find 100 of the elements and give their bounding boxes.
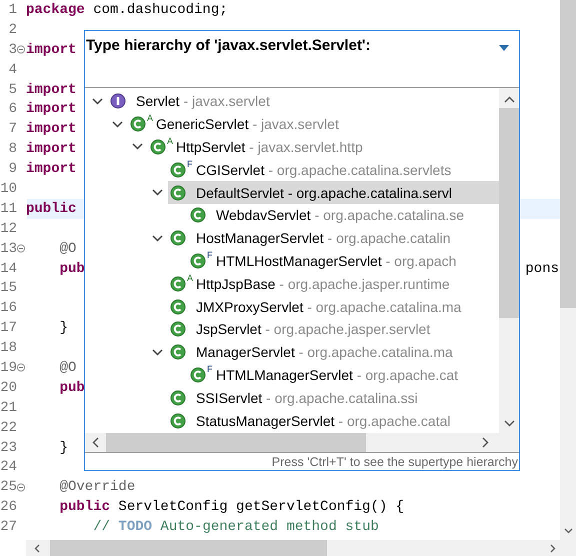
scroll-down-icon[interactable] xyxy=(564,528,572,534)
code-keyword: import xyxy=(26,121,76,138)
collapse-chevron-icon[interactable] xyxy=(132,143,143,150)
tree-item[interactable]: F HTMLHostManagerServlet - org.apach xyxy=(188,250,499,272)
tree-item[interactable]: WebdavServlet - org.apache.catalina.se xyxy=(188,204,499,227)
code-text: pons xyxy=(525,260,559,277)
modifier-mark: F xyxy=(207,364,212,374)
tree-item[interactable]: A HttpServlet - javax.servlet.http xyxy=(148,136,499,158)
code-comment: // xyxy=(92,519,112,536)
tree-item[interactable]: JspServlet - org.apache.jasper.servlet xyxy=(168,318,499,341)
line-number: 23 xyxy=(0,440,17,456)
tree-item[interactable]: JMXProxyServlet - org.apache.catalina.ma xyxy=(168,295,499,318)
tree-item[interactable]: HostManagerServlet - org.apache.catalin xyxy=(168,226,499,250)
line-number: 5 xyxy=(8,82,17,98)
modifier-mark: A xyxy=(147,114,154,124)
status-hint: Press 'Ctrl+T' to see the supertype hierarchy xyxy=(272,454,518,468)
collapse-icon[interactable] xyxy=(17,363,25,372)
line-number: 3 xyxy=(8,42,17,58)
class-icon xyxy=(150,138,166,155)
modifier-mark: F xyxy=(207,250,212,260)
tree-item[interactable]: Servlet - javax.servlet xyxy=(108,90,499,113)
tree-item[interactable]: F HTMLManagerServlet - org.apache.cat xyxy=(188,364,499,386)
code-keyword: import xyxy=(26,82,76,98)
code-text: } xyxy=(58,320,68,336)
tree-item[interactable]: F CGIServlet - org.apache.catalina.servlets xyxy=(168,158,499,182)
scroll-right-icon[interactable] xyxy=(482,437,489,448)
tree-item[interactable]: DefaultServlet - org.apache.catalina.servl xyxy=(168,181,499,204)
class-icon xyxy=(170,230,186,246)
class-icon xyxy=(170,298,186,315)
modifier-mark: A xyxy=(167,136,174,146)
line-number: 25 xyxy=(0,479,17,496)
class-icon xyxy=(170,344,186,360)
code-annotation: @Override xyxy=(58,479,136,496)
scroll-up-icon[interactable] xyxy=(504,96,514,103)
code-text: ServletConfig getServletConfig() { xyxy=(117,499,404,516)
code-annotation: @O xyxy=(58,240,76,257)
scroll-right-icon[interactable] xyxy=(550,544,556,552)
collapse-chevron-icon[interactable] xyxy=(152,189,163,196)
code-keyword: import xyxy=(26,101,76,118)
line-number: 15 xyxy=(0,280,17,296)
line-number: 7 xyxy=(8,121,17,138)
collapse-chevron-icon[interactable] xyxy=(152,234,163,242)
line-number: 18 xyxy=(0,340,17,356)
modifier-mark: A xyxy=(187,274,194,283)
line-number: 20 xyxy=(0,380,17,396)
collapse-chevron-icon[interactable] xyxy=(152,348,163,356)
scrollbar-thumb[interactable] xyxy=(50,540,327,556)
scrollbar-thumb[interactable] xyxy=(106,433,366,452)
line-number: 2 xyxy=(8,22,17,38)
collapse-chevron-icon[interactable] xyxy=(92,98,103,105)
view-menu-icon[interactable] xyxy=(499,45,509,51)
line-number: 10 xyxy=(0,180,17,197)
line-number: 8 xyxy=(8,141,17,158)
scroll-left-icon[interactable] xyxy=(92,437,99,448)
code-keyword: import xyxy=(26,42,76,58)
tree-item[interactable]: ManagerServlet - org.apache.catalina.ma xyxy=(168,340,499,364)
tree-item[interactable]: StatusManagerServlet - org.apache.catal xyxy=(168,409,499,432)
line-number: 12 xyxy=(0,220,17,237)
code-text: } xyxy=(58,440,68,456)
scroll-left-icon[interactable] xyxy=(34,544,40,552)
class-icon xyxy=(170,184,186,201)
scrollbar-thumb[interactable] xyxy=(499,108,519,318)
interface-icon xyxy=(110,93,126,110)
line-number: 27 xyxy=(0,519,17,536)
scrollbar[interactable] xyxy=(560,0,576,540)
line-number: 9 xyxy=(8,161,17,178)
line-number: 13 xyxy=(0,240,17,257)
collapse-icon[interactable] xyxy=(17,244,25,254)
line-number: 26 xyxy=(0,499,17,516)
class-icon xyxy=(190,252,206,269)
line-number: 16 xyxy=(0,300,17,316)
popup-title: Type hierarchy of 'javax.servlet.Servlet': xyxy=(86,37,370,54)
scroll-down-icon[interactable] xyxy=(504,420,514,427)
class-icon xyxy=(130,116,146,132)
tree-item[interactable]: A GenericServlet - javax.servlet xyxy=(128,112,499,136)
line-number: 21 xyxy=(0,400,17,416)
tree-item[interactable]: SSIServlet - org.apache.catalina.ssi xyxy=(168,386,499,410)
line-number: 14 xyxy=(0,260,17,277)
task-tag: TODO xyxy=(118,519,152,536)
code-keyword: pub xyxy=(58,380,85,396)
line-number: 4 xyxy=(8,62,17,78)
line-number: 19 xyxy=(0,360,17,376)
class-icon xyxy=(170,390,186,406)
collapse-icon[interactable] xyxy=(17,45,25,54)
class-icon xyxy=(190,207,206,224)
line-number: 22 xyxy=(0,420,17,436)
code-keyword: public xyxy=(58,499,110,516)
collapse-chevron-icon[interactable] xyxy=(112,120,123,128)
line-number: 6 xyxy=(8,101,17,118)
collapse-icon[interactable] xyxy=(17,482,25,492)
scrollbar-thumb[interactable] xyxy=(560,0,576,308)
tree-item[interactable]: A HttpJspBase - org.apache.jasper.runtime xyxy=(168,272,499,296)
scrollbar[interactable] xyxy=(499,88,519,433)
line-number: 11 xyxy=(0,200,17,217)
code-text: com.dashucoding; xyxy=(92,2,228,18)
scrollbar[interactable] xyxy=(26,540,576,556)
code-keyword: public xyxy=(26,200,76,217)
scrollbar[interactable] xyxy=(85,433,499,452)
modifier-mark: F xyxy=(187,160,192,169)
line-number: 17 xyxy=(0,320,17,336)
